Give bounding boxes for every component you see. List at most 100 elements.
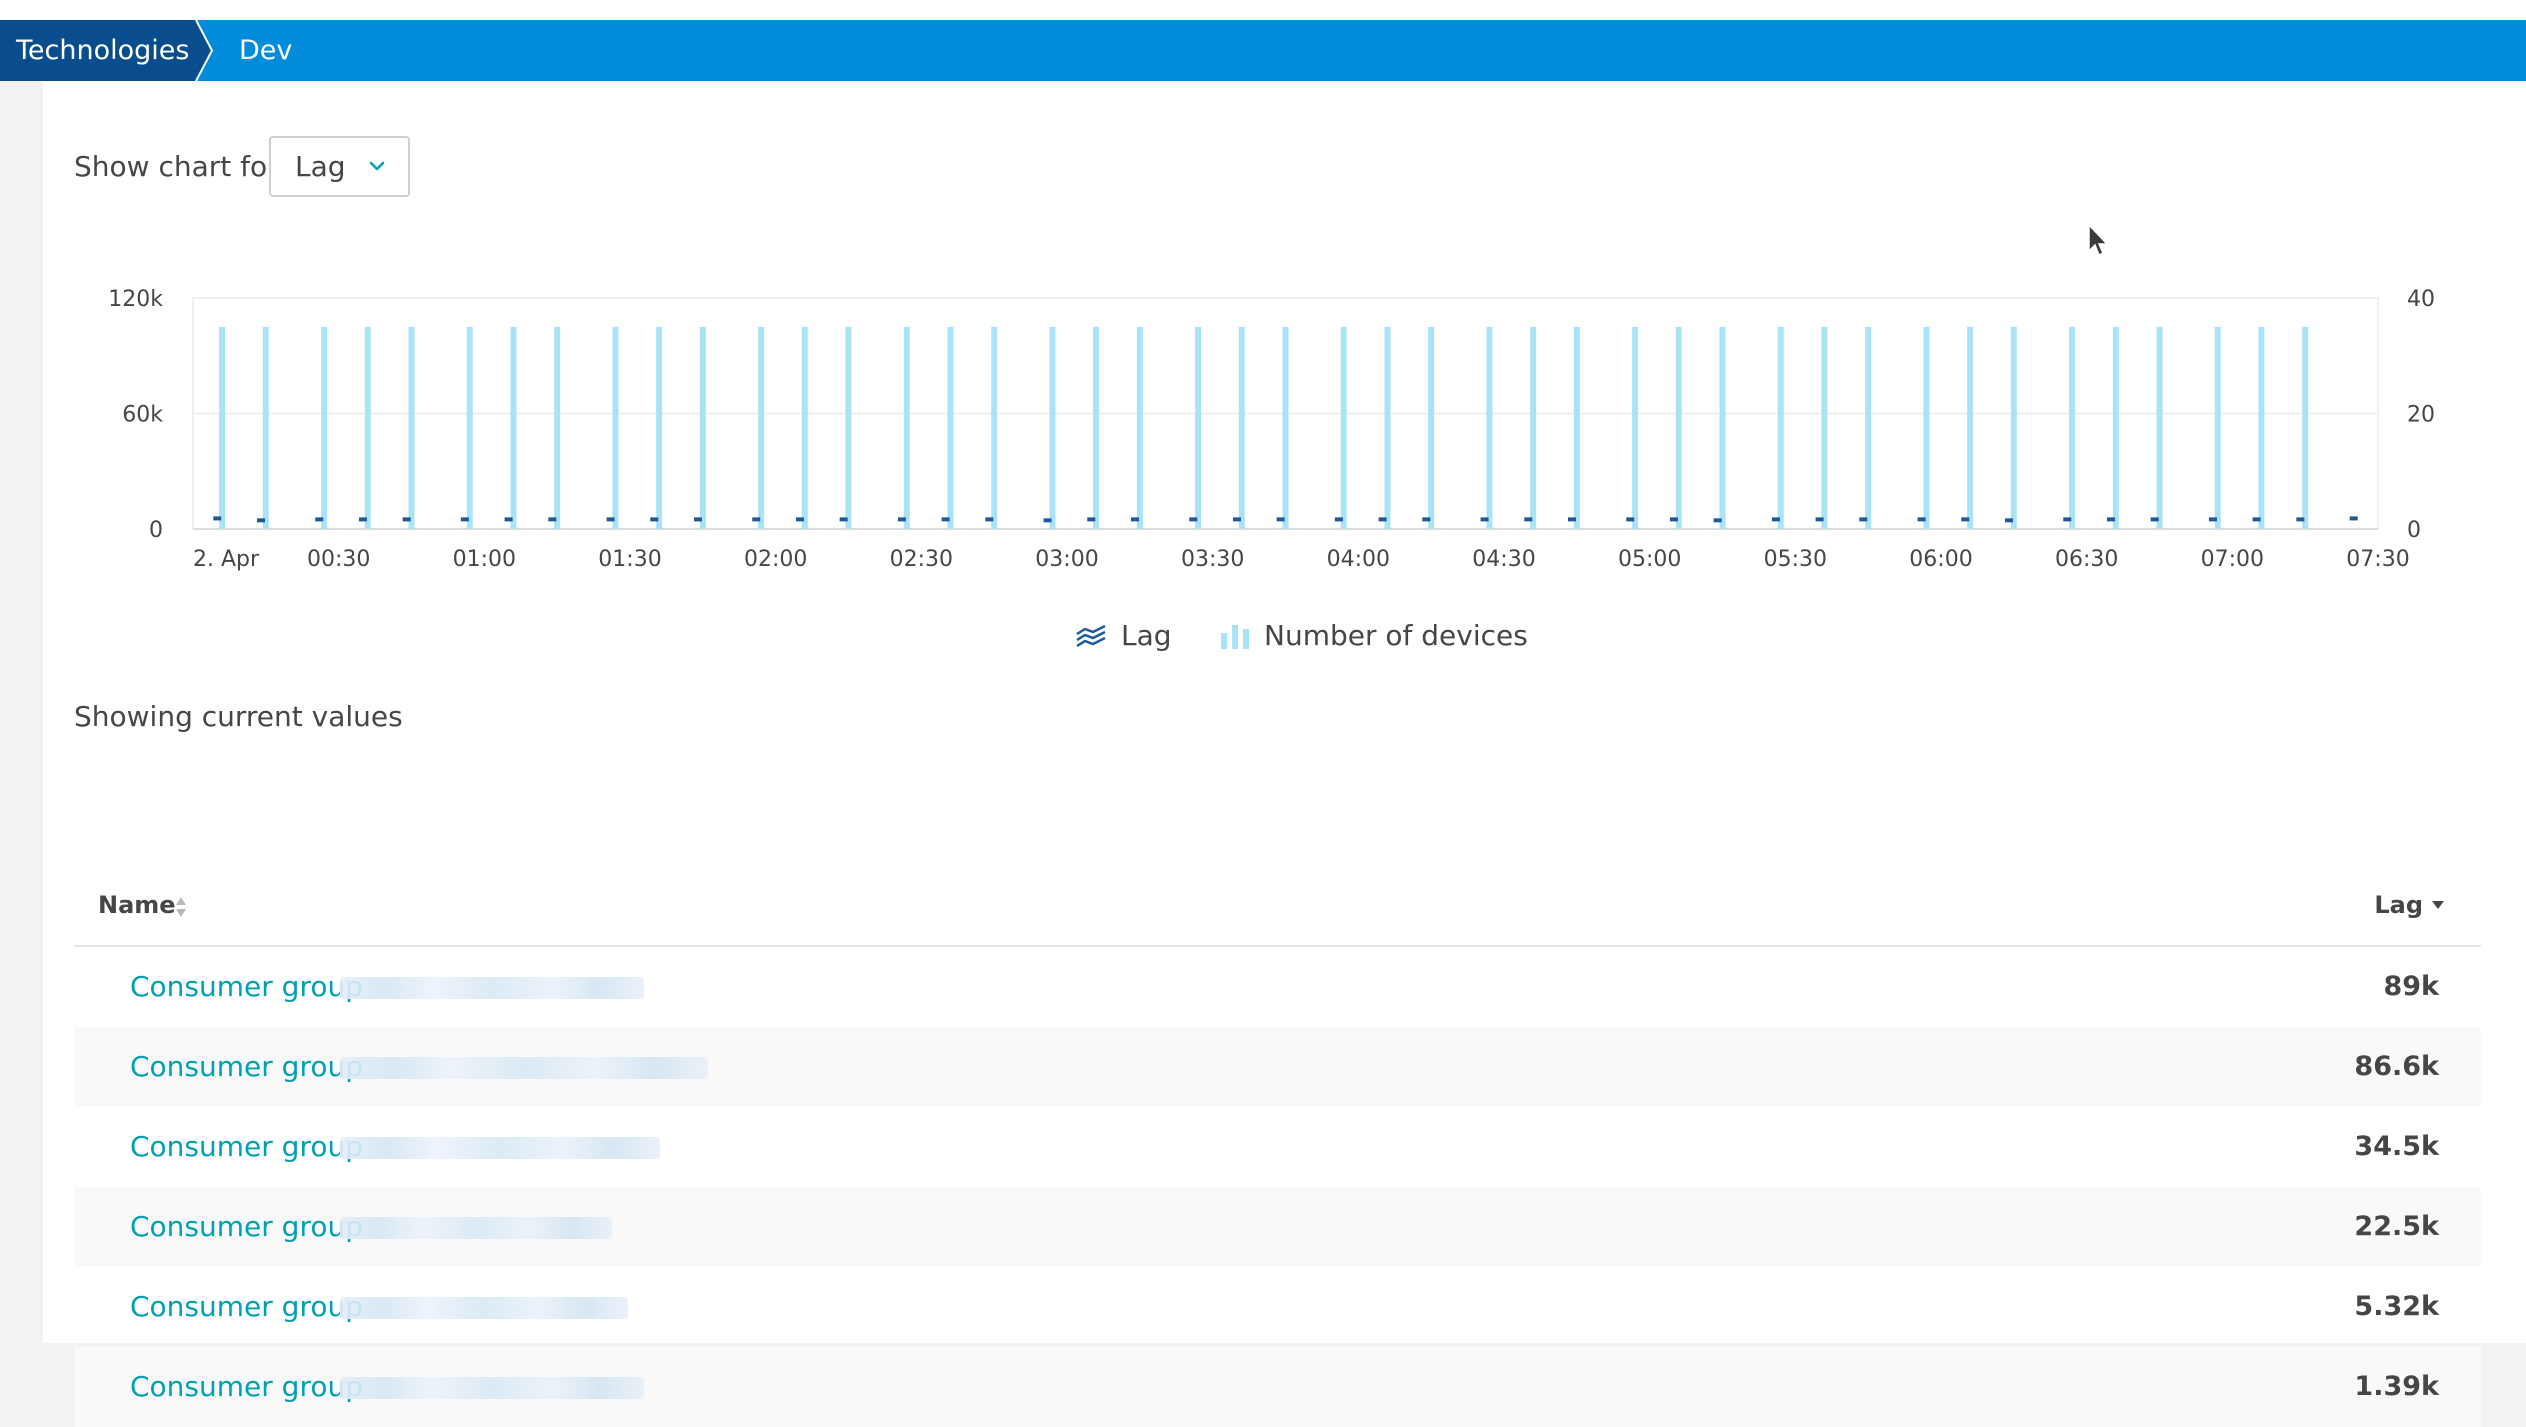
device-count-bar[interactable] <box>510 326 517 529</box>
lag-marker[interactable] <box>1771 517 1780 522</box>
device-count-bar[interactable] <box>991 326 998 529</box>
lag-marker[interactable] <box>1276 517 1285 522</box>
device-count-bar[interactable] <box>1195 326 1202 529</box>
device-count-bar[interactable] <box>1967 326 1974 529</box>
device-count-bar[interactable] <box>1865 326 1872 529</box>
consumer-group-link[interactable]: Consumer group <box>130 1187 363 1267</box>
consumer-group-link[interactable]: Consumer group <box>130 947 363 1027</box>
breadcrumb-item-dev[interactable]: Dev <box>239 20 292 81</box>
lag-marker[interactable] <box>1859 517 1868 522</box>
device-count-bar[interactable] <box>1530 326 1537 529</box>
lag-marker[interactable] <box>1232 517 1241 522</box>
device-count-bar[interactable] <box>2214 326 2221 529</box>
device-count-bar[interactable] <box>2010 326 2017 529</box>
device-count-bar[interactable] <box>1923 326 1930 529</box>
device-count-bar[interactable] <box>1136 326 1143 529</box>
table-row[interactable]: Consumer group 86.6k <box>74 1027 2481 1107</box>
lag-marker[interactable] <box>315 517 324 522</box>
consumer-group-link[interactable]: Consumer group <box>130 1347 363 1427</box>
lag-marker[interactable] <box>941 517 950 522</box>
device-count-bar[interactable] <box>1093 326 1100 529</box>
lag-marker[interactable] <box>504 517 513 522</box>
lag-marker[interactable] <box>1043 518 1052 523</box>
device-count-bar[interactable] <box>1282 326 1289 529</box>
device-count-bar[interactable] <box>2302 326 2309 529</box>
lag-marker[interactable] <box>213 516 222 521</box>
lag-marker[interactable] <box>795 517 804 522</box>
lag-marker[interactable] <box>1524 517 1533 522</box>
lag-marker[interactable] <box>693 517 702 522</box>
lag-marker[interactable] <box>1713 518 1722 523</box>
lag-marker[interactable] <box>256 518 265 523</box>
device-count-bar[interactable] <box>612 326 619 529</box>
lag-marker[interactable] <box>1961 517 1970 522</box>
device-count-bar[interactable] <box>1340 326 1347 529</box>
device-count-bar[interactable] <box>262 326 269 529</box>
device-count-bar[interactable] <box>1777 326 1784 529</box>
device-count-bar[interactable] <box>801 326 808 529</box>
device-count-bar[interactable] <box>699 326 706 529</box>
device-count-bar[interactable] <box>1821 326 1828 529</box>
device-count-bar[interactable] <box>1632 326 1639 529</box>
lag-marker[interactable] <box>1626 517 1635 522</box>
device-count-bar[interactable] <box>1486 326 1493 529</box>
lag-marker[interactable] <box>1480 517 1489 522</box>
device-count-bar[interactable] <box>845 326 852 529</box>
device-count-bar[interactable] <box>364 326 371 529</box>
device-count-bar[interactable] <box>903 326 910 529</box>
lag-marker[interactable] <box>1917 517 1926 522</box>
consumer-group-link[interactable]: Consumer group <box>130 1107 363 1187</box>
device-count-bar[interactable] <box>1384 326 1391 529</box>
device-count-bar[interactable] <box>466 326 473 529</box>
column-header-lag[interactable]: Lag <box>2374 891 2423 919</box>
lag-marker[interactable] <box>548 517 557 522</box>
device-count-bar[interactable] <box>2258 326 2265 529</box>
lag-marker[interactable] <box>2004 518 2013 523</box>
device-count-bar[interactable] <box>1573 326 1580 529</box>
device-count-bar[interactable] <box>554 326 561 529</box>
lag-marker[interactable] <box>1378 517 1387 522</box>
column-header-name[interactable]: Name <box>98 891 176 919</box>
device-count-bar[interactable] <box>2156 326 2163 529</box>
table-row[interactable]: Consumer group 89k <box>74 947 2481 1027</box>
table-row[interactable]: Consumer group 5.32k <box>74 1267 2481 1347</box>
sort-icon[interactable] <box>174 895 188 919</box>
lag-marker[interactable] <box>1130 517 1139 522</box>
lag-marker[interactable] <box>2296 517 2305 522</box>
device-count-bar[interactable] <box>219 326 226 529</box>
table-row[interactable]: Consumer group 1.39k <box>74 1347 2481 1427</box>
sort-descending-icon[interactable] <box>2431 900 2445 910</box>
lag-marker[interactable] <box>402 517 411 522</box>
table-row[interactable]: Consumer group 22.5k <box>74 1187 2481 1267</box>
device-count-bar[interactable] <box>2069 326 2076 529</box>
lag-marker[interactable] <box>1815 517 1824 522</box>
lag-marker[interactable] <box>2208 517 2217 522</box>
device-count-bar[interactable] <box>758 326 765 529</box>
lag-marker[interactable] <box>358 517 367 522</box>
consumer-group-link[interactable]: Consumer group <box>130 1027 363 1107</box>
lag-marker[interactable] <box>1087 517 1096 522</box>
consumer-group-link[interactable]: Consumer group <box>130 1267 363 1347</box>
device-count-bar[interactable] <box>321 326 328 529</box>
lag-marker[interactable] <box>1334 517 1343 522</box>
device-count-bar[interactable] <box>947 326 954 529</box>
device-count-bar[interactable] <box>656 326 663 529</box>
lag-marker[interactable] <box>752 517 761 522</box>
lag-marker[interactable] <box>897 517 906 522</box>
lag-marker[interactable] <box>650 517 659 522</box>
lag-marker[interactable] <box>1669 517 1678 522</box>
device-count-bar[interactable] <box>1675 326 1682 529</box>
lag-marker[interactable] <box>2349 516 2358 521</box>
lag-marker[interactable] <box>2063 517 2072 522</box>
table-row[interactable]: Consumer group 34.5k <box>74 1107 2481 1187</box>
lag-marker[interactable] <box>1189 517 1198 522</box>
lag-marker[interactable] <box>1567 517 1576 522</box>
device-count-bar[interactable] <box>1238 326 1245 529</box>
lag-marker[interactable] <box>606 517 615 522</box>
device-count-bar[interactable] <box>1428 326 1435 529</box>
device-count-bar[interactable] <box>1719 326 1726 529</box>
lag-marker[interactable] <box>2252 517 2261 522</box>
breadcrumb-item-technologies[interactable]: Technologies <box>16 20 189 81</box>
lag-marker[interactable] <box>460 517 469 522</box>
lag-marker[interactable] <box>839 517 848 522</box>
